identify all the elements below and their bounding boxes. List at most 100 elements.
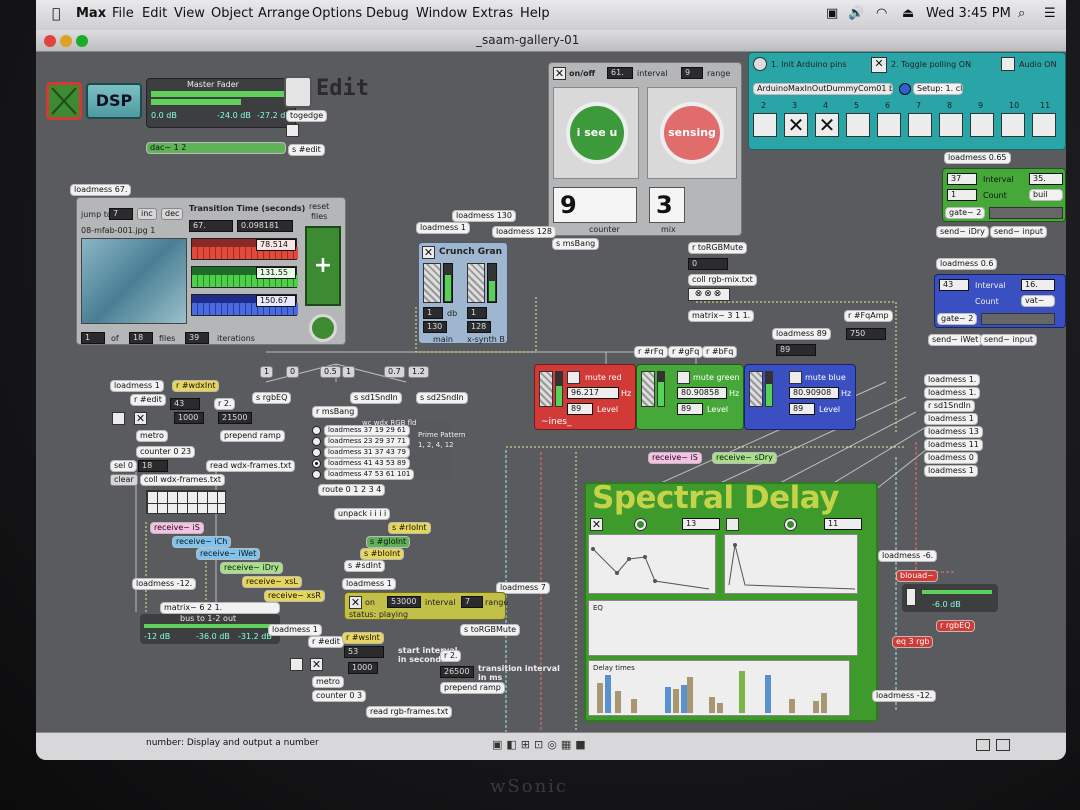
wet-gate-slider[interactable] bbox=[981, 313, 1055, 325]
receive-wdxint-object[interactable]: r #wdxInt bbox=[172, 380, 220, 392]
pattern-loadmess-3[interactable]: loadmess 31 37 43 79 bbox=[324, 447, 410, 458]
menu-arrange[interactable]: Arrange bbox=[258, 6, 310, 21]
edit-toggle-lowmid[interactable]: ✕ bbox=[310, 658, 323, 671]
red-hz-number[interactable]: 96.217 bbox=[567, 387, 619, 399]
mod-message-6[interactable]: 1.2 bbox=[408, 366, 429, 378]
pin-toggle-7[interactable] bbox=[908, 113, 932, 137]
loadmess-1-lowmid-object[interactable]: loadmess 1 bbox=[342, 578, 396, 590]
toolbar-icons[interactable]: ▣◧⊞⊡◎▦■ bbox=[492, 738, 586, 754]
wet-16-number[interactable]: 16. bbox=[1021, 279, 1055, 291]
dry-gate-slider[interactable] bbox=[989, 207, 1063, 219]
init-bang-button[interactable] bbox=[753, 57, 767, 71]
dry-buil-object[interactable]: buil bbox=[1029, 189, 1063, 201]
iterations-number[interactable]: 39 bbox=[185, 332, 209, 344]
mute-blue-toggle[interactable] bbox=[789, 371, 802, 384]
wdx-43-number[interactable]: 43 bbox=[170, 398, 200, 410]
loadmess-065-object[interactable]: loadmess 0.65 bbox=[944, 152, 1011, 164]
spectral-toggle-2[interactable] bbox=[726, 518, 739, 531]
dry-35-number[interactable]: 35. bbox=[1029, 173, 1063, 185]
crunch-xsynth-number[interactable]: 128 bbox=[467, 321, 491, 333]
frames-matrix[interactable] bbox=[146, 490, 226, 514]
loadmess-neg6-object[interactable]: loadmess -6. bbox=[878, 550, 938, 562]
wifi-icon[interactable]: ◠ bbox=[876, 6, 887, 21]
eq-plot[interactable]: EQ bbox=[588, 600, 858, 656]
pin-toggle-2[interactable] bbox=[753, 113, 777, 137]
loadmess-1-left-object[interactable]: loadmess 1 bbox=[110, 380, 164, 392]
blouad-fader[interactable] bbox=[906, 588, 916, 606]
pattern-loadmess-2[interactable]: loadmess 23 29 37 71 bbox=[324, 436, 410, 447]
notification-center-icon[interactable]: ☰ bbox=[1044, 6, 1056, 21]
pin-toggle-8[interactable] bbox=[939, 113, 963, 137]
send-rioint-object[interactable]: s #rIoInt bbox=[388, 522, 431, 534]
receive-is-spectral-object[interactable]: receive~ iS bbox=[648, 452, 702, 464]
mod-message-1[interactable]: 1 bbox=[260, 366, 274, 378]
level-89-number[interactable]: 89 bbox=[776, 344, 816, 356]
spectral-plot-right[interactable] bbox=[724, 534, 858, 594]
right-loadmess-1[interactable]: loadmess 1. bbox=[924, 374, 981, 386]
receive-torgbmute-object[interactable]: r toRGBMute bbox=[688, 242, 748, 254]
polling-toggle[interactable]: ✕ bbox=[871, 57, 887, 73]
transition-ramp-number[interactable]: 0.098181 bbox=[237, 220, 293, 232]
metro-lowmid-object[interactable]: metro bbox=[312, 676, 344, 688]
rgb-range-number[interactable]: 7 bbox=[461, 596, 483, 608]
clock[interactable]: Wed 3:45 PM bbox=[926, 6, 1011, 21]
send-rgbeq-object[interactable]: s rgbEQ bbox=[252, 392, 292, 404]
blue-slider-value[interactable]: 150.67 bbox=[256, 295, 296, 307]
send-sdint-object[interactable]: s #sdInt bbox=[344, 560, 386, 572]
app-tray-icon[interactable]: ▣ bbox=[826, 6, 838, 21]
receive-xsl-object[interactable]: receive~ xsL bbox=[242, 576, 302, 588]
jump-to-number[interactable]: 7 bbox=[109, 208, 133, 220]
receive-2-lowmid-object[interactable]: r 2. bbox=[440, 650, 462, 662]
wdx-21500-number[interactable]: 21500 bbox=[218, 412, 252, 424]
receive-idry-object[interactable]: receive~ iDry bbox=[220, 562, 283, 574]
pattern-radio-1[interactable] bbox=[312, 426, 321, 435]
read-wdx-object[interactable]: read wdx-frames.txt bbox=[206, 460, 296, 472]
mute-red-toggle[interactable] bbox=[567, 371, 580, 384]
crunch-xsynth-db-number[interactable]: 1 bbox=[467, 307, 487, 319]
menu-options[interactable]: Options bbox=[312, 6, 362, 21]
matrix-6-2-object[interactable]: matrix~ 6 2 1. bbox=[160, 602, 280, 614]
pin-toggle-6[interactable] bbox=[877, 113, 901, 137]
pattern-radio-4[interactable] bbox=[312, 459, 321, 468]
send-sd1sndin-object[interactable]: s sd1SndIn bbox=[350, 392, 402, 404]
audio-on-toggle[interactable] bbox=[1001, 57, 1015, 71]
minimize-window-icon[interactable] bbox=[60, 35, 72, 47]
receive-ich-object[interactable]: receive~ iCh bbox=[172, 536, 232, 548]
interval-number[interactable]: 61. bbox=[607, 67, 633, 79]
menu-max[interactable]: Max bbox=[76, 6, 106, 21]
crunch-toggle[interactable]: ✕ bbox=[422, 246, 435, 259]
spectral-toggle-1[interactable]: ✕ bbox=[590, 518, 603, 531]
wdx-18-number[interactable]: 18 bbox=[138, 460, 168, 472]
pattern-loadmess-4[interactable]: loadmess 41 43 53 89 bbox=[324, 458, 410, 469]
edit-toggle-left[interactable]: ✕ bbox=[134, 412, 147, 425]
reset-bang-button[interactable] bbox=[309, 314, 337, 342]
red-level-number[interactable]: 89 bbox=[567, 403, 593, 415]
pin-toggle-10[interactable] bbox=[1001, 113, 1025, 137]
pattern-radio-2[interactable] bbox=[312, 437, 321, 446]
close-window-icon[interactable] bbox=[44, 35, 56, 47]
right-loadmess-6[interactable]: loadmess 11 bbox=[924, 439, 983, 451]
ws-53-number[interactable]: 53 bbox=[344, 646, 384, 658]
spectral-13-number[interactable]: 13 bbox=[682, 518, 720, 530]
prepend-ramp-left-object[interactable]: prepend ramp bbox=[220, 430, 285, 442]
eject-icon[interactable]: ⏏ bbox=[902, 6, 914, 21]
fqamp-number[interactable]: 750 bbox=[846, 328, 886, 340]
wdx-1000-number[interactable]: 1000 bbox=[174, 412, 204, 424]
matrix-object[interactable]: matrix~ 3 1 1. bbox=[688, 310, 755, 322]
send-msbang-object[interactable]: s msBang bbox=[552, 238, 600, 250]
matrix-toggles[interactable]: ⊗⊗⊗ bbox=[688, 288, 730, 301]
menu-file[interactable]: File bbox=[112, 6, 134, 21]
receive-2-object[interactable]: r 2. bbox=[214, 398, 236, 410]
read-rgb-frames-object[interactable]: read rgb-frames.txt bbox=[366, 706, 453, 718]
mod-message-4[interactable]: 1 bbox=[342, 366, 356, 378]
pin-toggle-4[interactable]: ✕ bbox=[815, 113, 839, 137]
loadmess-89-object[interactable]: loadmess 89 bbox=[772, 328, 831, 340]
receive-msbang-object[interactable]: r msBang bbox=[312, 406, 359, 418]
green-fader[interactable] bbox=[641, 371, 655, 407]
receive-edit-lowmid-object[interactable]: r #edit bbox=[308, 636, 344, 648]
add-files-button[interactable]: + bbox=[305, 226, 341, 306]
loadmess-1-lowmid-b-object[interactable]: loadmess 1 bbox=[268, 624, 322, 636]
red-slider-value[interactable]: 78.514 bbox=[256, 239, 296, 251]
rgbmix-number[interactable]: 0 bbox=[688, 258, 728, 270]
right-loadmess-3[interactable]: r sd1SndIn bbox=[924, 400, 975, 412]
